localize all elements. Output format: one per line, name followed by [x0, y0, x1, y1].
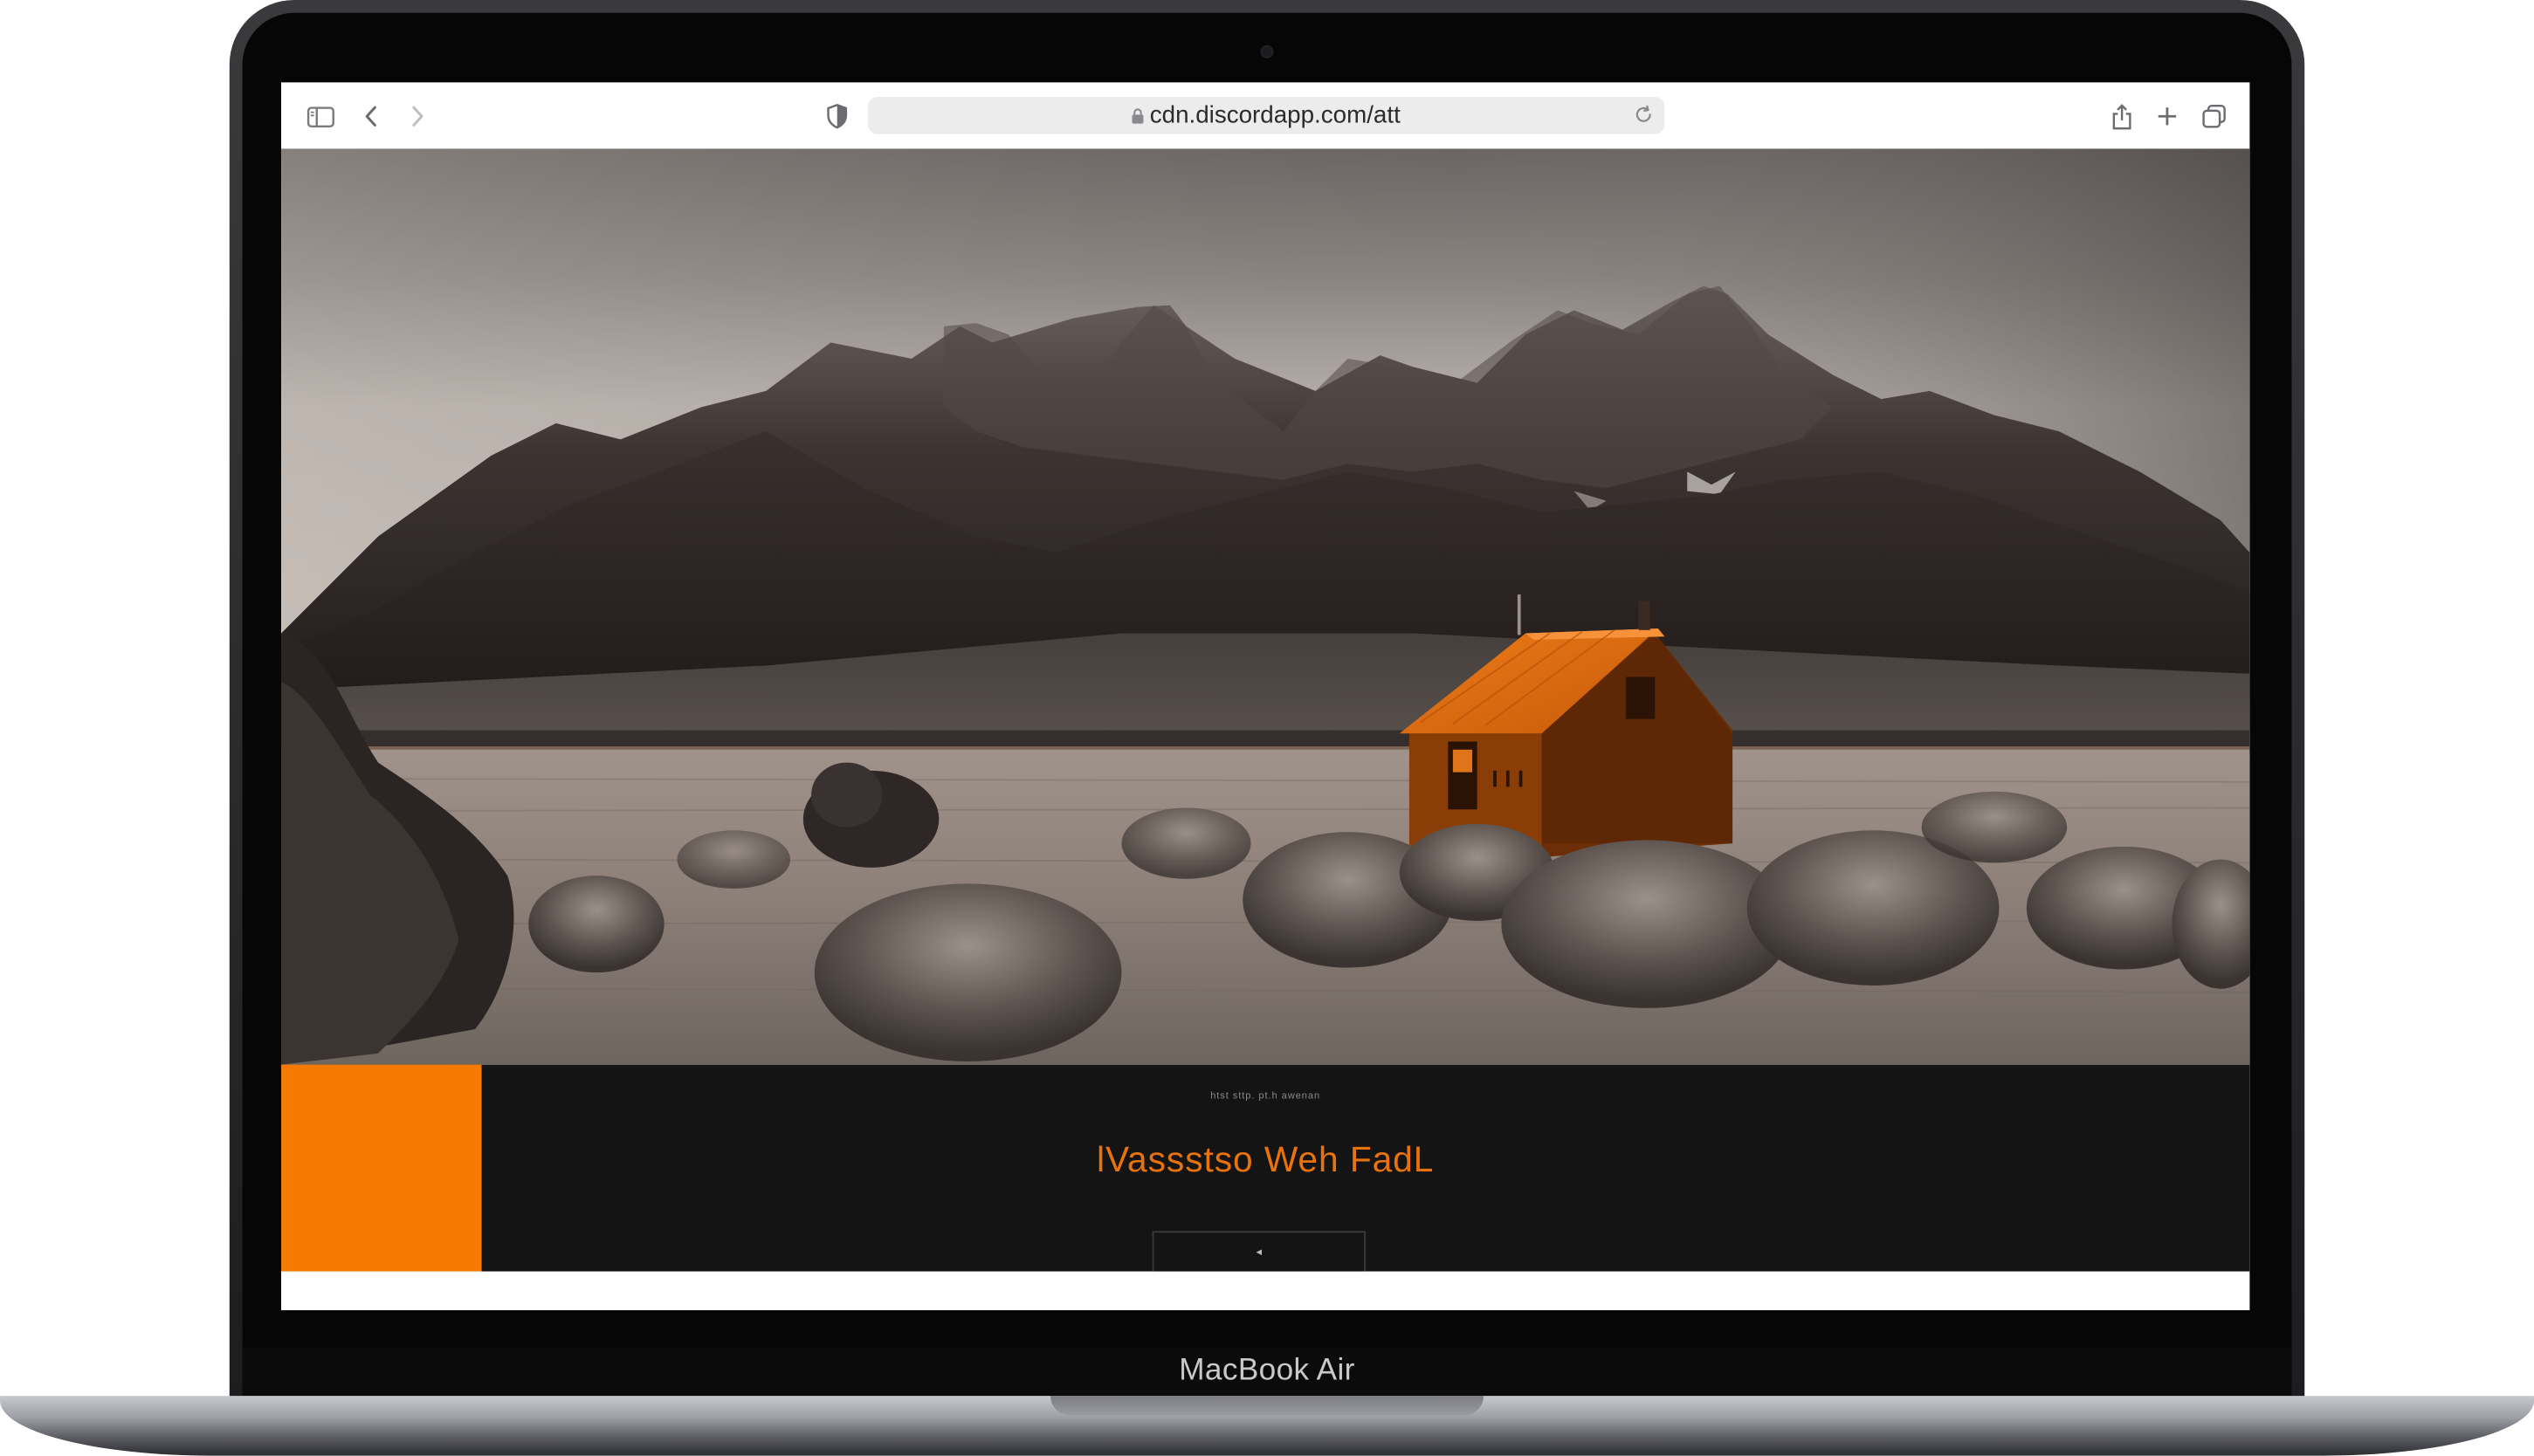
- model-label: MacBook Air: [1179, 1353, 1355, 1388]
- share-icon[interactable]: [2107, 102, 2136, 131]
- cta-button[interactable]: ◂: [1152, 1231, 1366, 1274]
- lock-icon: [1132, 98, 1145, 135]
- shield-icon[interactable]: [826, 103, 849, 129]
- sidebar-icon[interactable]: [306, 102, 334, 131]
- eyebrow-text: htst sttp. pt.h awenan: [1210, 1092, 1321, 1102]
- browser-window: cdn.discordapp.com/att htst sttp. pt.h a…: [281, 82, 2250, 1310]
- headline: lVassstso Weh FadL: [1097, 1138, 1435, 1180]
- address-bar[interactable]: cdn.discordapp.com/att: [867, 97, 1665, 135]
- url-text: cdn.discordapp.com/att: [1149, 101, 1401, 130]
- hero-image: [281, 148, 2250, 1065]
- new-tab-icon[interactable]: [2152, 102, 2181, 131]
- reload-icon[interactable]: [1632, 103, 1655, 126]
- content-band: htst sttp. pt.h awenan lVassstso Weh Fad…: [281, 1064, 2250, 1274]
- forward-icon[interactable]: [403, 102, 431, 131]
- lid-notch: [1050, 1396, 1484, 1416]
- browser-toolbar: cdn.discordapp.com/att: [281, 82, 2250, 149]
- play-icon: ◂: [1256, 1247, 1263, 1259]
- back-icon[interactable]: [357, 102, 386, 131]
- tabs-overview-icon[interactable]: [2200, 102, 2228, 131]
- page-bottom: [281, 1271, 2250, 1310]
- camera-icon: [1260, 45, 1274, 58]
